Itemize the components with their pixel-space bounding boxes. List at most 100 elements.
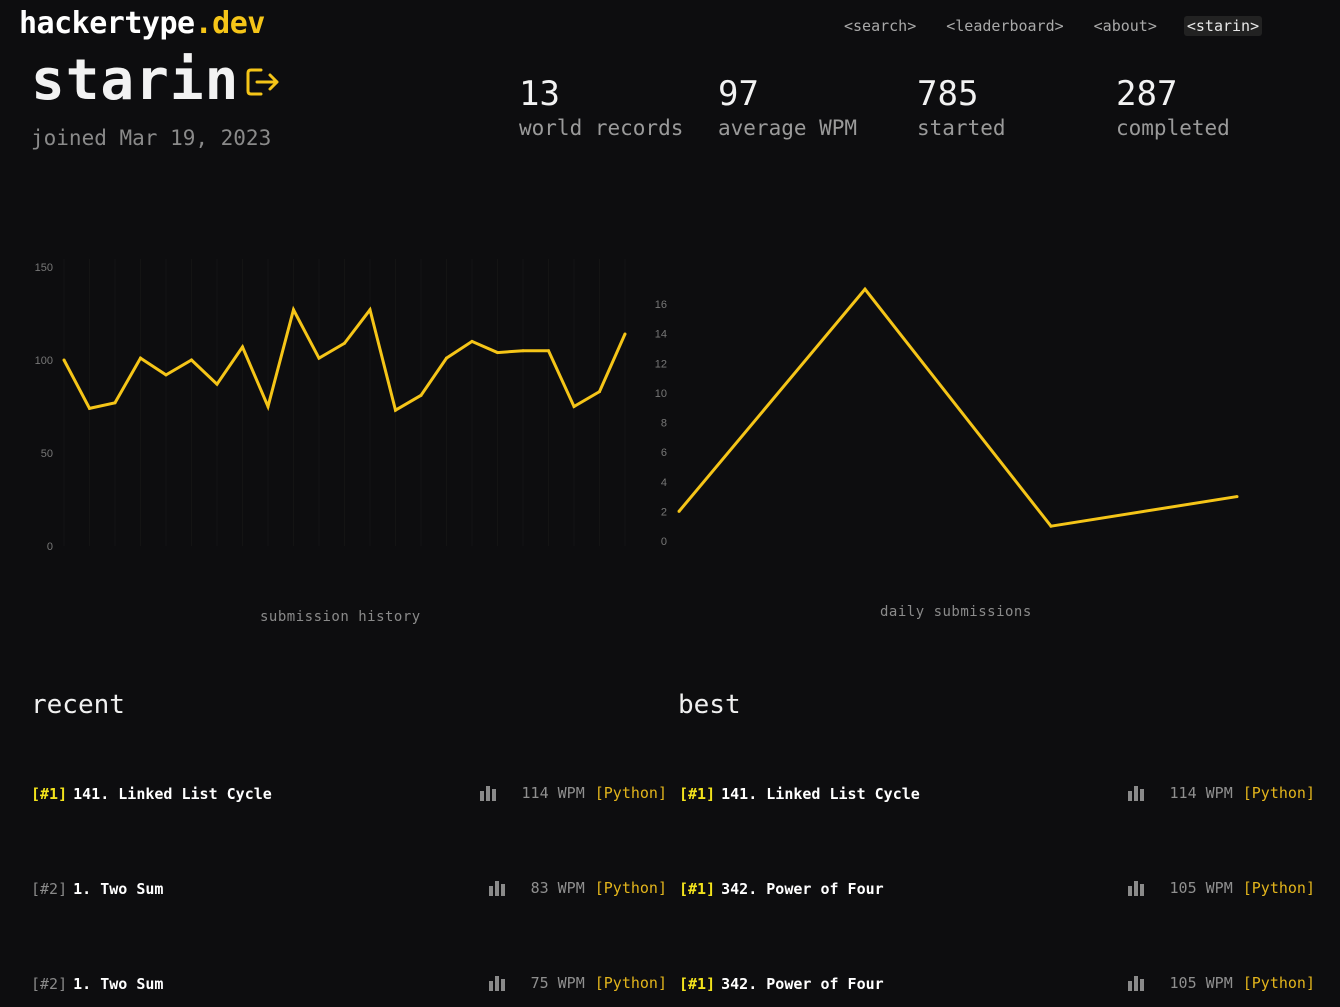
leaderboard-icon[interactable] — [479, 785, 497, 801]
submission-meta: 114 WPM [Python] — [1127, 784, 1315, 802]
rank-badge: [#1] — [679, 880, 716, 898]
stat-completed: 287 completed — [1116, 74, 1230, 140]
logo-main: hackertype — [19, 6, 195, 41]
data-point — [139, 356, 142, 360]
problem-title[interactable]: 141. Linked List Cycle — [721, 785, 920, 803]
language-tag: [Python] — [594, 974, 667, 992]
language-tag: [Python] — [1242, 784, 1315, 802]
page: hackertype.dev <search> <leaderboard> <a… — [0, 0, 1340, 1007]
stat-label: average WPM — [718, 116, 858, 140]
y-tick-label: 0 — [661, 536, 667, 548]
series-line — [677, 286, 1238, 528]
top-nav: <search> <leaderboard> <about> <starin> — [841, 16, 1286, 36]
list-item[interactable]: [#1] 342. Power of Four — [679, 877, 884, 901]
nav-leaderboard[interactable]: <leaderboard> — [943, 16, 1066, 36]
stat-average-wpm: 97 average WPM — [718, 74, 857, 140]
problem-title[interactable]: 141. Linked List Cycle — [73, 785, 272, 803]
data-point — [113, 401, 117, 405]
leaderboard-icon[interactable] — [488, 975, 506, 991]
rank-badge: [#1] — [679, 785, 716, 803]
submission-history-svg: 0 50 100 150 — [35, 259, 627, 553]
y-tick-label: 16 — [655, 299, 667, 311]
site-logo[interactable]: hackertype.dev — [19, 6, 265, 41]
y-tick-label: 6 — [661, 447, 667, 459]
y-tick-label: 14 — [655, 329, 667, 341]
data-point — [190, 358, 193, 362]
stat-value: 13 — [519, 74, 560, 114]
problem-title[interactable]: 1. Two Sum — [73, 975, 163, 993]
data-point — [547, 349, 550, 353]
list-item[interactable]: [#2] 1. Two Sum — [31, 972, 163, 996]
y-tick-label: 4 — [661, 477, 667, 489]
data-point — [521, 349, 525, 353]
data-point — [292, 308, 295, 312]
leaderboard-icon[interactable] — [1127, 880, 1145, 896]
problem-title[interactable]: 342. Power of Four — [721, 880, 884, 898]
logout-icon[interactable] — [245, 66, 281, 98]
data-point — [445, 356, 448, 360]
data-point — [343, 341, 346, 345]
list-item[interactable]: [#1] 141. Linked List Cycle — [31, 782, 272, 806]
data-point — [598, 390, 601, 394]
data-point — [863, 287, 867, 291]
problem-title[interactable]: 1. Two Sum — [73, 880, 163, 898]
y-tick-label: 10 — [655, 388, 667, 400]
y-tick-label: 150 — [35, 262, 53, 274]
data-point — [470, 339, 474, 343]
wpm-value: 105 WPM — [1169, 974, 1233, 992]
data-point — [496, 351, 499, 355]
y-tick-label: 100 — [35, 355, 53, 367]
data-point — [317, 356, 321, 360]
data-point — [241, 345, 244, 349]
stat-value: 785 — [917, 74, 979, 114]
submission-history-title: submission history — [260, 609, 421, 625]
language-tag: [Python] — [1242, 974, 1315, 992]
data-point — [1235, 495, 1239, 499]
stat-value: 97 — [718, 74, 759, 114]
wpm-value: 114 WPM — [521, 784, 585, 802]
y-tick-label: 0 — [47, 541, 53, 553]
data-point — [623, 332, 627, 336]
submission-history-chart[interactable]: 0 50 100 150 — [0, 250, 660, 570]
rank-badge: [#2] — [31, 975, 68, 993]
stat-value: 287 — [1116, 74, 1178, 114]
recent-title: recent — [31, 690, 125, 720]
leaderboard-icon[interactable] — [1127, 975, 1145, 991]
daily-submissions-chart[interactable]: 0 2 4 6 8 10 12 14 16 — [640, 280, 1260, 570]
data-point — [1049, 524, 1053, 528]
data-point — [677, 509, 681, 513]
language-tag: [Python] — [1242, 879, 1315, 897]
wpm-value: 114 WPM — [1169, 784, 1233, 802]
language-tag: [Python] — [594, 784, 667, 802]
problem-title[interactable]: 342. Power of Four — [721, 975, 884, 993]
nav-about[interactable]: <about> — [1091, 16, 1160, 36]
list-item[interactable]: [#1] 342. Power of Four — [679, 972, 884, 996]
best-title: best — [678, 690, 741, 720]
leaderboard-icon[interactable] — [488, 880, 506, 896]
submission-meta: 105 WPM [Python] — [1127, 879, 1315, 897]
submission-meta: 114 WPM [Python] — [479, 784, 667, 802]
rank-badge: [#2] — [31, 880, 68, 898]
leaderboard-icon[interactable] — [1127, 785, 1145, 801]
y-tick-label: 8 — [661, 418, 667, 430]
nav-profile[interactable]: <starin> — [1183, 16, 1263, 36]
stat-label: completed — [1116, 116, 1230, 140]
list-item[interactable]: [#2] 1. Two Sum — [31, 877, 163, 901]
data-point — [88, 406, 91, 410]
stat-world-records: 13 world records — [519, 74, 683, 140]
submission-meta: 105 WPM [Python] — [1127, 974, 1315, 992]
daily-submissions-svg: 0 2 4 6 8 10 12 14 16 — [655, 286, 1239, 548]
nav-search[interactable]: <search> — [841, 16, 919, 36]
daily-submissions-title: daily submissions — [880, 604, 1032, 620]
list-item[interactable]: [#1] 141. Linked List Cycle — [679, 782, 920, 806]
joined-date: joined Mar 19, 2023 — [31, 126, 272, 150]
y-tick-label: 50 — [41, 448, 53, 460]
language-tag: [Python] — [594, 879, 667, 897]
y-tick-label: 12 — [655, 358, 667, 370]
profile-username: starin — [31, 48, 240, 113]
stat-started: 785 started — [917, 74, 1006, 140]
data-point — [368, 308, 372, 312]
logo-accent: .dev — [194, 6, 266, 41]
wpm-value: 105 WPM — [1169, 879, 1233, 897]
data-point — [62, 358, 66, 362]
